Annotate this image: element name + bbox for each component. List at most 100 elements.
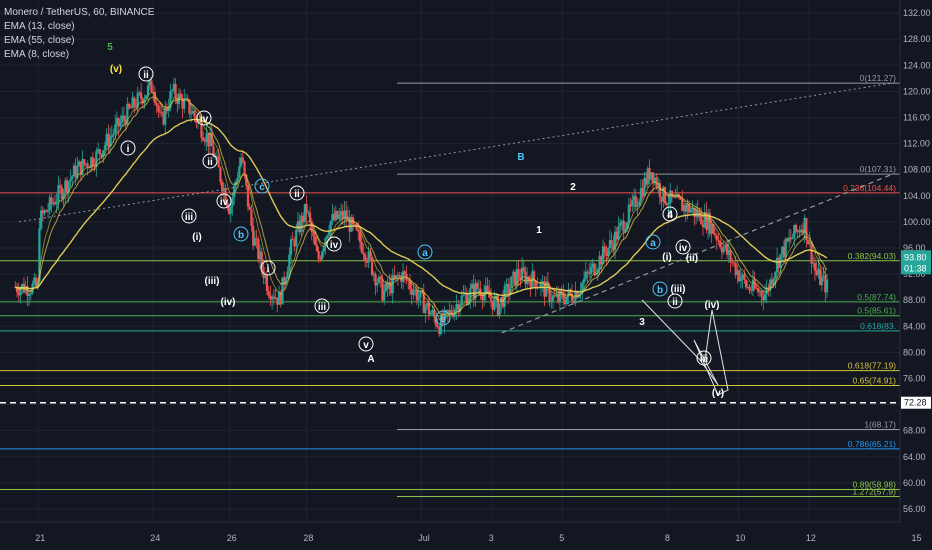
candle-down [715, 235, 718, 241]
candle-up [825, 279, 829, 293]
time-axis[interactable]: 21242628Jul3581012151719 [0, 521, 932, 543]
price-tick-label: 104.00 [903, 191, 931, 201]
fib-level-label: 1(68.17) [864, 420, 896, 430]
price-chart[interactable]: 0(121.27) 0(107.31) 0.236(104.44) 0.382(94.… [0, 0, 932, 550]
candle-up [326, 235, 329, 239]
wave-label: iii [700, 354, 709, 365]
candle-down [250, 209, 253, 226]
time-tick-label: 15 [912, 533, 922, 543]
candle-down [91, 157, 94, 167]
candle-up [320, 251, 324, 260]
candle-up [631, 199, 634, 207]
wave-label: (iv) [705, 300, 720, 311]
candle-up [289, 239, 293, 255]
price-tick-label: 128.00 [903, 34, 931, 44]
symbol-title[interactable]: Monero / TetherUS, 60, BINANCE [4, 6, 154, 20]
candle-up [146, 85, 150, 96]
candle-down [202, 137, 205, 141]
ema-55-legend[interactable]: EMA (55, close) [4, 34, 154, 48]
candle-up [417, 297, 420, 301]
time-tick-label: 21 [35, 533, 45, 543]
candle-down [517, 269, 520, 278]
upper-trend-line [19, 82, 893, 223]
wave-label: v [363, 340, 369, 351]
wave-projection-path [641, 299, 729, 396]
ema-8-legend[interactable]: EMA (8, close) [4, 48, 154, 62]
price-axis[interactable]: 132.00 128.00 124.00 120.00 116.00 112.00 108.… [899, 0, 932, 550]
candle-up [510, 276, 513, 288]
candle-up [689, 210, 692, 213]
trend-lines [19, 82, 893, 396]
candle-up [236, 177, 239, 182]
price-tick-label: 124.00 [903, 60, 931, 70]
candle-down [360, 241, 363, 253]
candle-up [462, 294, 465, 296]
fib-level-label: 1.272(57.9) [853, 487, 897, 497]
candle-up [171, 90, 174, 92]
candle-down [355, 224, 358, 230]
current-price-label: 93.80 [904, 252, 927, 262]
candle-up [429, 313, 432, 315]
candle-up [627, 204, 630, 223]
wave-label: iv [330, 240, 339, 251]
time-tick-label: Jul [418, 533, 430, 543]
candle-down [248, 206, 251, 210]
candle-up [498, 303, 501, 316]
candle-up [784, 238, 787, 258]
candle-up [565, 296, 568, 304]
candle-up [69, 178, 72, 182]
candle-down [314, 236, 317, 246]
candle-down [719, 240, 722, 248]
wave-label: 2 [570, 182, 576, 193]
candle-down [663, 187, 667, 204]
candle-up [110, 135, 113, 138]
time-tick-label: 10 [735, 533, 745, 543]
price-tick-label: 60.00 [903, 478, 926, 488]
wave-label: (iii) [205, 276, 220, 287]
wave-label: ii [672, 297, 678, 308]
price-tick-label: 108.00 [903, 165, 931, 175]
wave-label: a [422, 248, 428, 259]
candle-down [603, 246, 606, 253]
price-tick-label: 68.00 [903, 426, 926, 436]
candle-down [255, 238, 258, 239]
candle-down [193, 110, 196, 117]
candle-up [582, 278, 586, 283]
wave-label: (ii) [686, 253, 698, 264]
price-tick-label: 84.00 [903, 321, 926, 331]
candle-up [763, 294, 767, 301]
candle-up [376, 282, 379, 286]
wave-label: b [238, 230, 244, 241]
price-tick-label: 112.00 [903, 139, 930, 149]
candle-up [286, 271, 289, 279]
elliott-wave-labels: 5(v)iiiiviii(i)ii(iii)(iv)bivciiiiviiivA… [107, 42, 724, 399]
dashed-price-label: 72.28 [904, 398, 927, 408]
wave-label: ii [294, 189, 300, 200]
candle-up [619, 222, 622, 227]
candle-up [57, 185, 60, 202]
candle-down [98, 149, 101, 154]
ema-13-legend[interactable]: EMA (13, close) [4, 20, 154, 34]
candle-down [243, 161, 246, 175]
candle-down [217, 156, 220, 168]
countdown-label: 01:38 [904, 263, 927, 273]
candle-down [403, 271, 406, 274]
candle-down [370, 258, 374, 275]
candle-down [291, 239, 294, 241]
candle-up [460, 295, 463, 305]
candle-up [322, 247, 325, 252]
price-tick-label: 88.00 [903, 295, 926, 305]
price-tick-label: 132.00 [903, 8, 931, 18]
candle-up [71, 176, 74, 179]
wave-label: ii [207, 157, 213, 168]
candle-down [157, 105, 160, 112]
candle-up [46, 210, 50, 212]
candle-down [158, 111, 162, 113]
candle-up [383, 290, 386, 301]
candle-down [265, 275, 269, 292]
time-tick-label: 5 [559, 533, 564, 543]
candle-down [127, 103, 131, 108]
chart-legend: Monero / TetherUS, 60, BINANCE EMA (13, … [4, 6, 154, 62]
wave-label: i [127, 144, 130, 155]
candle-up [774, 272, 777, 279]
